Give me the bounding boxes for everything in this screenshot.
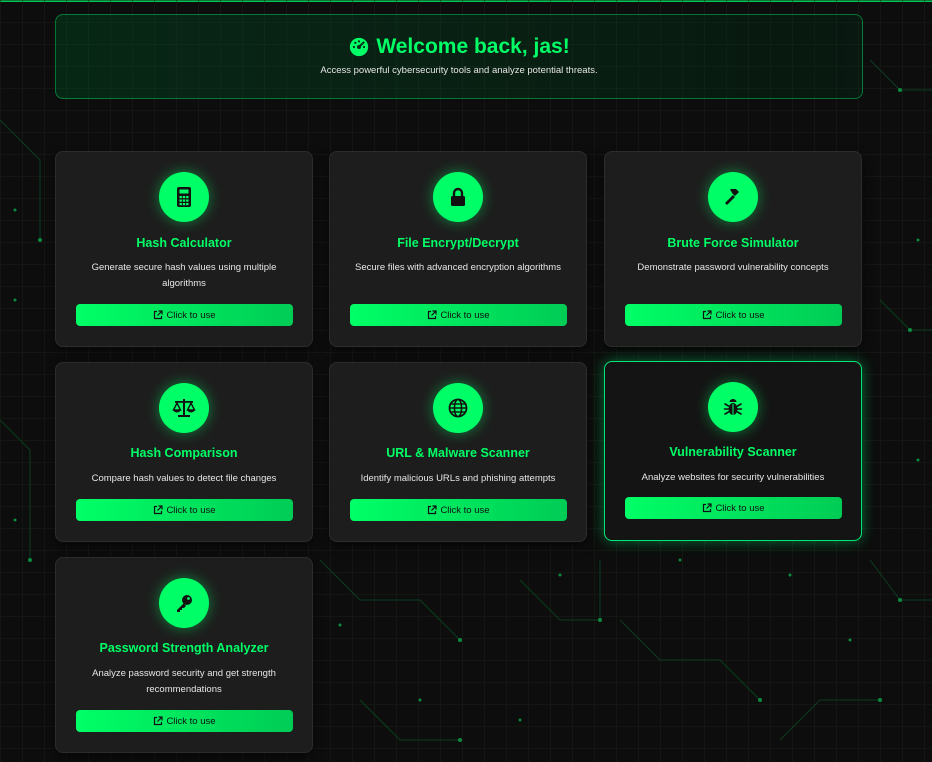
external-link-icon: [703, 503, 713, 513]
tool-title: Brute Force Simulator: [667, 236, 799, 250]
external-link-icon: [154, 505, 164, 515]
welcome-title-text: Welcome back, jas!: [376, 35, 570, 58]
tool-description: Secure files with advanced encryption al…: [355, 262, 561, 273]
click-to-use-button[interactable]: Click to use: [350, 499, 567, 521]
tool-description: Analyze websites for security vulnerabil…: [641, 472, 825, 483]
tool-card-hash-comparison[interactable]: Hash Comparison Compare hash values to d…: [55, 362, 313, 542]
calculator-icon: [177, 187, 191, 207]
external-link-icon: [428, 310, 438, 320]
icon-badge: [159, 172, 209, 222]
key-icon: [177, 595, 192, 612]
click-to-use-button[interactable]: Click to use: [76, 304, 293, 326]
welcome-banner: Welcome back, jas! Access powerful cyber…: [55, 14, 863, 99]
button-label: Click to use: [715, 309, 765, 321]
external-link-icon: [154, 310, 164, 320]
button-label: Click to use: [440, 504, 490, 516]
external-link-icon: [154, 716, 164, 726]
tool-card-brute-force-simulator[interactable]: Brute Force Simulator Demonstrate passwo…: [604, 151, 862, 347]
tool-title: Vulnerability Scanner: [669, 445, 797, 459]
icon-badge: [708, 172, 758, 222]
welcome-heading: Welcome back, jas!: [56, 35, 862, 59]
tool-card-password-strength-analyzer[interactable]: Password Strength Analyzer Analyze passw…: [55, 557, 313, 753]
button-label: Click to use: [440, 309, 490, 321]
click-to-use-button[interactable]: Click to use: [76, 499, 293, 521]
icon-badge: [159, 383, 209, 433]
tool-title: Hash Calculator: [136, 236, 232, 250]
click-to-use-button[interactable]: Click to use: [350, 304, 567, 326]
tool-card-file-encrypt-decrypt[interactable]: File Encrypt/Decrypt Secure files with a…: [329, 151, 587, 347]
tool-title: URL & Malware Scanner: [386, 446, 530, 460]
tool-description: Identify malicious URLs and phishing att…: [360, 473, 556, 484]
lock-icon: [451, 187, 465, 206]
click-to-use-button[interactable]: Click to use: [625, 304, 842, 326]
tool-title: File Encrypt/Decrypt: [397, 236, 519, 250]
bug-icon: [723, 399, 743, 415]
tool-description: Analyze password security and get streng…: [92, 668, 276, 695]
tool-card-url-malware-scanner[interactable]: URL & Malware Scanner Identify malicious…: [329, 362, 587, 542]
gauge-icon: [350, 37, 369, 57]
click-to-use-button[interactable]: Click to use: [625, 497, 842, 519]
tool-description: Generate secure hash values using multip…: [91, 262, 277, 289]
tool-title: Hash Comparison: [130, 446, 238, 460]
tool-card-hash-calculator[interactable]: Hash Calculator Generate secure hash val…: [55, 151, 313, 347]
button-label: Click to use: [166, 309, 216, 321]
icon-badge: [433, 172, 483, 222]
tool-description: Compare hash values to detect file chang…: [91, 473, 277, 484]
hammer-icon: [725, 189, 739, 205]
scale-icon: [172, 399, 196, 417]
click-to-use-button[interactable]: Click to use: [76, 710, 293, 732]
welcome-subtitle: Access powerful cybersecurity tools and …: [320, 65, 598, 76]
tool-card-vulnerability-scanner[interactable]: Vulnerability Scanner Analyze websites f…: [604, 361, 862, 541]
icon-badge: [708, 382, 758, 432]
globe-icon: [448, 398, 468, 418]
external-link-icon: [428, 505, 438, 515]
icon-badge: [159, 578, 209, 628]
button-label: Click to use: [166, 715, 216, 727]
icon-badge: [433, 383, 483, 433]
external-link-icon: [703, 310, 713, 320]
button-label: Click to use: [166, 504, 216, 516]
tool-title: Password Strength Analyzer: [99, 641, 269, 655]
button-label: Click to use: [715, 502, 765, 514]
tool-description: Demonstrate password vulnerability conce…: [637, 262, 829, 273]
